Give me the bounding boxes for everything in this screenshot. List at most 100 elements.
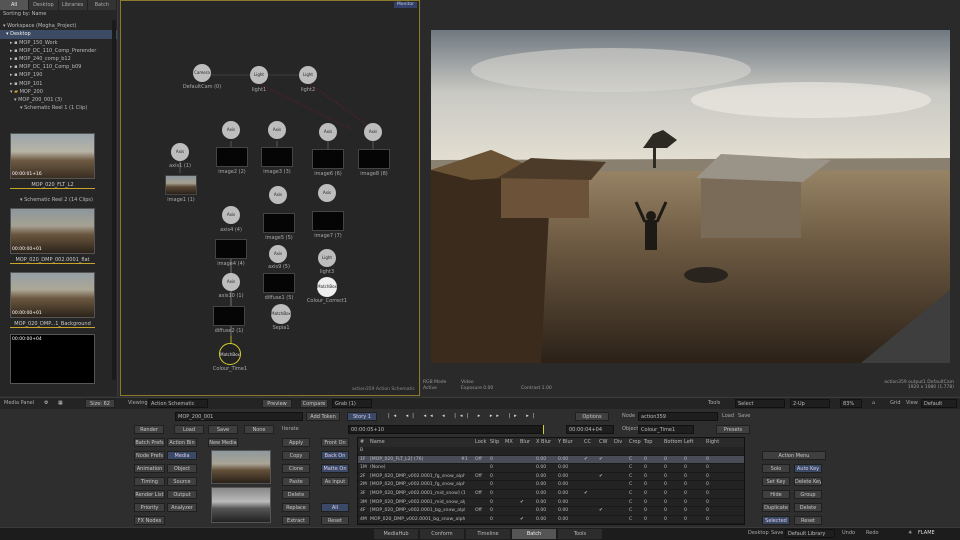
table-row[interactable]: B <box>358 447 744 456</box>
table-row[interactable]: 1F [MOP_020_FLT_L2] (76) #1 Off 0 0.00 0.00 ✔ ✔ C… <box>358 455 744 465</box>
add-token-button[interactable]: Add Token <box>306 412 340 421</box>
grid-icon[interactable]: ▦ <box>58 399 63 408</box>
column-header[interactable]: MX <box>505 438 513 447</box>
delete-key-button[interactable]: Delete Key <box>794 477 822 486</box>
media-list-table[interactable]: # Name Lock Slip MX Blur X Blur Y Blur CC CW Div Cr… <box>357 437 745 525</box>
image-node-thumb[interactable] <box>263 273 295 293</box>
scrollbar[interactable] <box>112 20 116 380</box>
column-header[interactable]: Top <box>644 438 652 447</box>
column-header[interactable]: Bottom <box>664 438 682 447</box>
media-thumb-2[interactable] <box>211 487 271 523</box>
column-header[interactable]: Lock <box>475 438 486 447</box>
column-header[interactable]: CC <box>584 438 591 447</box>
redo-button[interactable]: Redo <box>866 529 879 538</box>
undo-button[interactable]: Undo <box>842 529 855 538</box>
light-node[interactable]: Light <box>318 249 336 267</box>
tab-libraries[interactable]: Libraries <box>58 0 88 10</box>
select-tool[interactable]: Select <box>735 399 785 408</box>
axis-node[interactable]: Axis <box>319 123 337 141</box>
render-button[interactable]: Render <box>134 425 164 434</box>
column-header[interactable]: Crop <box>629 438 641 447</box>
column-header[interactable]: CW <box>599 438 607 447</box>
tree-item[interactable]: ▸ ▪ MOP_DC_110_Comp_b09 <box>0 63 117 71</box>
clip-name-field[interactable]: MOP_200_001 <box>175 412 303 421</box>
image-node-thumb[interactable] <box>263 213 295 233</box>
set-key-button[interactable]: Set Key <box>762 477 790 486</box>
tree-item[interactable]: ▾ Schematic Reel 1 (1 Clip) <box>0 104 117 112</box>
batch-prefs-button[interactable]: Batch Prefs <box>134 438 165 447</box>
axis-node[interactable]: Axis <box>222 121 240 139</box>
tab-all[interactable]: All <box>0 0 30 10</box>
timeline-scrubber[interactable]: 00:00:05+10 <box>348 425 544 434</box>
column-header[interactable]: Div <box>614 438 622 447</box>
action-menu-button[interactable]: Action Menu <box>762 451 826 460</box>
tree-desktop[interactable]: ▾ Desktop <box>0 30 117 39</box>
camera-node[interactable]: Camera <box>193 64 211 82</box>
tree-item[interactable]: ▸ ▪ MOP_DC_110_Comp_Prerender <box>0 47 117 55</box>
iterate-button[interactable]: Iterate <box>282 425 299 434</box>
grid-button[interactable]: Grid <box>890 399 901 408</box>
media-button[interactable]: Media <box>167 451 197 460</box>
tab-tools[interactable]: Tools <box>558 529 602 539</box>
tab-conform[interactable]: Conform <box>420 529 464 539</box>
image-node-thumb[interactable] <box>312 149 344 169</box>
tree-item[interactable]: ▾ ▰ MOP_200 <box>0 88 117 96</box>
as-input-button[interactable]: As input <box>321 477 349 486</box>
auto-key-button[interactable]: Auto Key <box>794 464 822 473</box>
table-row[interactable]: 2M [MOP_020_DMP_v002.0001_fg_snow_alpha] … <box>358 481 744 490</box>
layout-select[interactable]: 2-Up <box>790 399 830 408</box>
save-desktop-button[interactable]: Save <box>771 529 783 538</box>
source-button[interactable]: Source <box>167 477 197 486</box>
axis-node[interactable]: Axis <box>269 245 287 263</box>
tree-item[interactable]: ▸ ▪ MOP_101 <box>0 80 117 88</box>
back-on-button[interactable]: Back On <box>321 451 349 460</box>
render-list-button[interactable]: Render List <box>134 490 165 499</box>
timecode-end[interactable]: 00:00:04+04 <box>566 425 614 434</box>
copy-button[interactable]: Copy <box>282 451 310 460</box>
desktop-label[interactable]: Desktop <box>748 529 769 538</box>
all-button[interactable]: All <box>321 503 349 512</box>
tree-item[interactable]: ▸ ▪ MOP_150_Work <box>0 39 117 47</box>
image-node-thumb[interactable] <box>165 175 197 195</box>
table-row[interactable]: 4F [MOP_020_DMP_v002.0001_bg_snow_alpha] … <box>358 507 744 516</box>
axis-node[interactable]: Axis <box>268 121 286 139</box>
column-header[interactable]: Slip <box>490 438 499 447</box>
analyzer-button[interactable]: Analyzer <box>167 503 197 512</box>
solo-button[interactable]: Solo <box>762 464 790 473</box>
tab-batch[interactable]: Batch <box>87 0 117 10</box>
group-button[interactable]: Group <box>794 490 822 499</box>
clone-button[interactable]: Clone <box>282 464 310 473</box>
image-node-thumb[interactable] <box>312 211 344 231</box>
reset-button[interactable]: Reset <box>321 516 349 525</box>
sorting-label[interactable]: Sorting by: Name <box>0 10 117 18</box>
timing-button[interactable]: Timing <box>134 477 165 486</box>
column-header[interactable]: Y Blur <box>558 438 573 447</box>
axis-node[interactable]: Axis <box>318 184 336 202</box>
load-setup-button[interactable]: Load <box>174 425 204 434</box>
apply-button[interactable]: Apply <box>282 438 310 447</box>
image-node-thumb[interactable] <box>358 149 390 169</box>
story-select[interactable]: Story 1 <box>347 412 377 421</box>
light-node[interactable]: Light <box>250 66 268 84</box>
preview-button[interactable]: Preview <box>262 399 292 408</box>
action-schematic[interactable]: Monitor Camera DefaultCam (0) Light ligh… <box>120 0 420 396</box>
zoom-field[interactable]: 83% <box>840 399 862 408</box>
home-icon[interactable]: ⌂ <box>872 399 875 408</box>
animation-button[interactable]: Animation <box>134 464 165 473</box>
tab-desktop[interactable]: Desktop <box>29 0 59 10</box>
table-row[interactable]: 3F [MOP_020_DMP_v002.0001_mid_snow] (1) Of… <box>358 490 744 499</box>
tree-item[interactable]: ▸ ▪ MOP_190 <box>0 71 117 79</box>
table-row[interactable]: 1M (None) 0 0.00 0.00 C 0 0 0 0 <box>358 464 744 473</box>
save-button[interactable]: Save <box>738 412 750 421</box>
viewing-select[interactable]: Action Schematic <box>148 399 208 408</box>
action-bin-button[interactable]: Action Bin <box>167 438 197 447</box>
media-panel-label[interactable]: Media Panel <box>4 399 34 408</box>
tab-batch[interactable]: Batch <box>512 529 556 539</box>
delete-object-button[interactable]: Delete <box>794 503 822 512</box>
table-row[interactable]: 3M [MOP_020_DMP_v002.0001_mid_snow_alpha]… <box>358 499 744 508</box>
column-header[interactable]: # <box>360 438 364 447</box>
library-select[interactable]: Default Library <box>785 529 835 538</box>
object-button[interactable]: Object <box>167 464 197 473</box>
replace-button[interactable]: Replace <box>282 503 310 512</box>
media-thumb-1[interactable] <box>211 450 271 484</box>
